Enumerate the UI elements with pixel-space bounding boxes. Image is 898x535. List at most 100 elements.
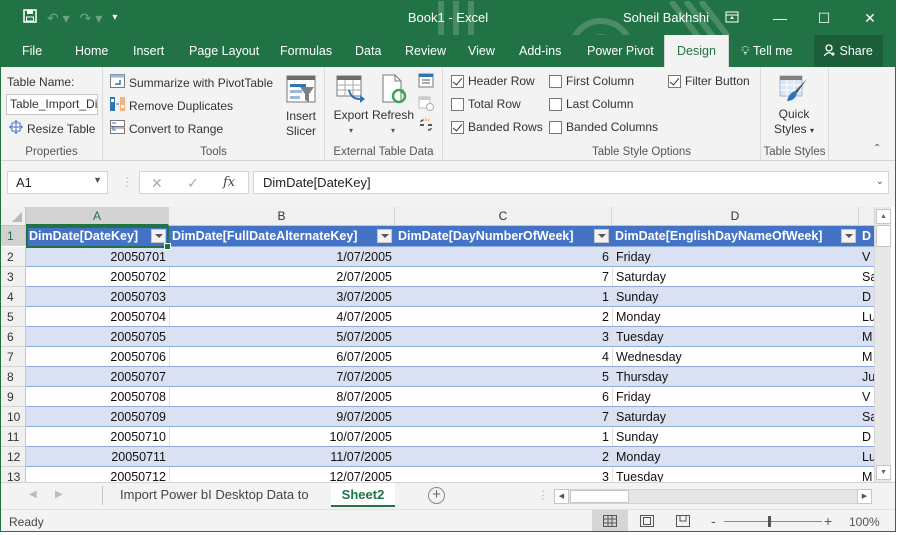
table-header-cell[interactable]: DimDate[DayNumberOfWeek] (395, 226, 612, 246)
column-header-a[interactable]: A (26, 207, 169, 226)
tab-file[interactable]: File (18, 35, 46, 67)
table-cell[interactable]: 5 (395, 367, 612, 387)
table-cell[interactable]: M (859, 467, 874, 482)
table-cell[interactable]: Wednesday (612, 347, 859, 367)
row-header[interactable]: 3 (1, 267, 26, 287)
table-cell[interactable]: 6/07/2005 (169, 347, 395, 367)
table-cell[interactable]: 20050709 (26, 407, 169, 427)
convert-to-range-button[interactable]: Convert to Range (110, 120, 223, 137)
tab-power-pivot[interactable]: Power Pivot (583, 35, 658, 67)
table-cell[interactable]: 20050706 (26, 347, 169, 367)
summarize-pivottable-button[interactable]: Summarize with PivotTable (110, 74, 273, 91)
table-cell[interactable]: 20050711 (26, 447, 169, 467)
tab-view[interactable]: View (464, 35, 499, 67)
table-cell[interactable]: 20050703 (26, 287, 169, 307)
table-cell[interactable]: 20050704 (26, 307, 169, 327)
add-sheet-icon[interactable]: + (428, 487, 445, 504)
zoom-out-button[interactable]: - (711, 513, 716, 529)
tell-me-search[interactable]: 💡︎ Tell me (737, 35, 797, 67)
filter-dropdown-icon[interactable] (594, 229, 609, 243)
table-cell[interactable]: Ju (859, 367, 874, 387)
table-cell[interactable]: 1 (395, 427, 612, 447)
tab-insert[interactable]: Insert (129, 35, 168, 67)
row-header[interactable]: 5 (1, 307, 26, 327)
table-cell[interactable]: 6 (395, 247, 612, 267)
normal-view-button[interactable] (592, 510, 628, 531)
user-name[interactable]: Soheil Bakhshi (623, 10, 709, 25)
filter-button-checkbox[interactable]: Filter Button (668, 74, 750, 88)
scroll-up-icon[interactable]: ▲ (876, 209, 891, 224)
table-cell[interactable]: Monday (612, 447, 859, 467)
column-header-b[interactable]: B (169, 207, 395, 226)
table-cell[interactable]: Lu (859, 447, 874, 467)
table-cell[interactable]: Sa (859, 267, 874, 287)
row-header[interactable]: 11 (1, 427, 26, 447)
maximize-button[interactable]: ☐ (809, 5, 839, 31)
table-cell[interactable]: 20050710 (26, 427, 169, 447)
zoom-slider-thumb[interactable] (768, 516, 771, 527)
table-cell[interactable]: V (859, 387, 874, 407)
cancel-icon[interactable]: ✕ (151, 175, 163, 192)
name-box-dropdown-icon[interactable]: ▼ (93, 175, 102, 185)
minimize-button[interactable]: — (765, 5, 795, 31)
table-cell[interactable]: V (859, 247, 874, 267)
sheet-prev-icon[interactable]: ◀ (29, 489, 37, 500)
banded-rows-checkbox[interactable]: Banded Rows (451, 120, 543, 134)
sheet-next-icon[interactable]: ▶ (55, 489, 63, 500)
table-cell[interactable]: Tuesday (612, 327, 859, 347)
table-cell[interactable]: 2 (395, 307, 612, 327)
enter-icon[interactable]: ✓ (187, 175, 199, 192)
table-header-cell[interactable]: DimDate[EnglishDayNameOfWeek] (612, 226, 859, 246)
page-layout-view-button[interactable] (629, 510, 665, 531)
table-cell[interactable]: 7/07/2005 (169, 367, 395, 387)
table-cell[interactable]: Friday (612, 387, 859, 407)
horizontal-scrollbar[interactable]: ◀ ▶ (554, 489, 872, 504)
row-header[interactable]: 7 (1, 347, 26, 367)
table-cell[interactable]: Sunday (612, 427, 859, 447)
column-header-d[interactable]: D (612, 207, 859, 226)
table-cell[interactable]: 9/07/2005 (169, 407, 395, 427)
formula-bar-splitter[interactable]: ⋮ (121, 175, 133, 189)
unlink-icon[interactable] (418, 118, 434, 136)
sheet-tab-sheet2[interactable]: Sheet2 (331, 483, 395, 507)
table-header-cell[interactable]: DimDate[FullDateAlternateKey] (169, 226, 395, 246)
table-cell[interactable]: 20050702 (26, 267, 169, 287)
quick-styles-button[interactable]: Quick Styles ▾ (769, 75, 819, 138)
select-all-button[interactable] (1, 207, 26, 226)
table-cell[interactable]: 12/07/2005 (169, 467, 395, 482)
table-cell[interactable]: 20050707 (26, 367, 169, 387)
table-cell[interactable]: 4 (395, 347, 612, 367)
table-cell[interactable]: 2 (395, 447, 612, 467)
table-cell[interactable]: Sunday (612, 287, 859, 307)
table-cell[interactable]: M (859, 347, 874, 367)
table-header-cell[interactable]: DimDate[DateKey] (26, 226, 169, 246)
table-cell[interactable]: 6 (395, 387, 612, 407)
table-cell[interactable]: 20050708 (26, 387, 169, 407)
table-header-cell[interactable]: D (859, 226, 874, 246)
filter-dropdown-icon[interactable] (841, 229, 856, 243)
table-cell[interactable]: D (859, 427, 874, 447)
banded-columns-checkbox[interactable]: Banded Columns (549, 120, 658, 134)
zoom-in-button[interactable]: + (824, 513, 832, 529)
insert-slicer-button[interactable]: Insert Slicer (281, 75, 321, 139)
table-cell[interactable]: Saturday (612, 267, 859, 287)
scroll-down-icon[interactable]: ▼ (876, 465, 891, 480)
table-cell[interactable]: 3 (395, 467, 612, 482)
resize-table-button[interactable]: Resize Table (9, 120, 95, 137)
table-cell[interactable]: Sa (859, 407, 874, 427)
table-cell[interactable]: 2/07/2005 (169, 267, 395, 287)
row-header[interactable]: 2 (1, 247, 26, 267)
tab-data[interactable]: Data (351, 35, 385, 67)
properties-icon[interactable] (418, 73, 434, 91)
zoom-level[interactable]: 100% (849, 515, 880, 529)
table-cell[interactable]: Thursday (612, 367, 859, 387)
total-row-checkbox[interactable]: Total Row (451, 97, 521, 111)
vertical-scroll-thumb[interactable] (876, 225, 891, 247)
table-cell[interactable]: Tuesday (612, 467, 859, 482)
table-cell[interactable]: Monday (612, 307, 859, 327)
header-row-checkbox[interactable]: Header Row (451, 74, 535, 88)
tab-home[interactable]: Home (71, 35, 112, 67)
share-button[interactable]: Share (814, 35, 883, 67)
row-header[interactable]: 12 (1, 447, 26, 467)
worksheet-grid[interactable]: A B C D 1 DimDate[DateKey] DimDate[FullD… (1, 207, 874, 482)
